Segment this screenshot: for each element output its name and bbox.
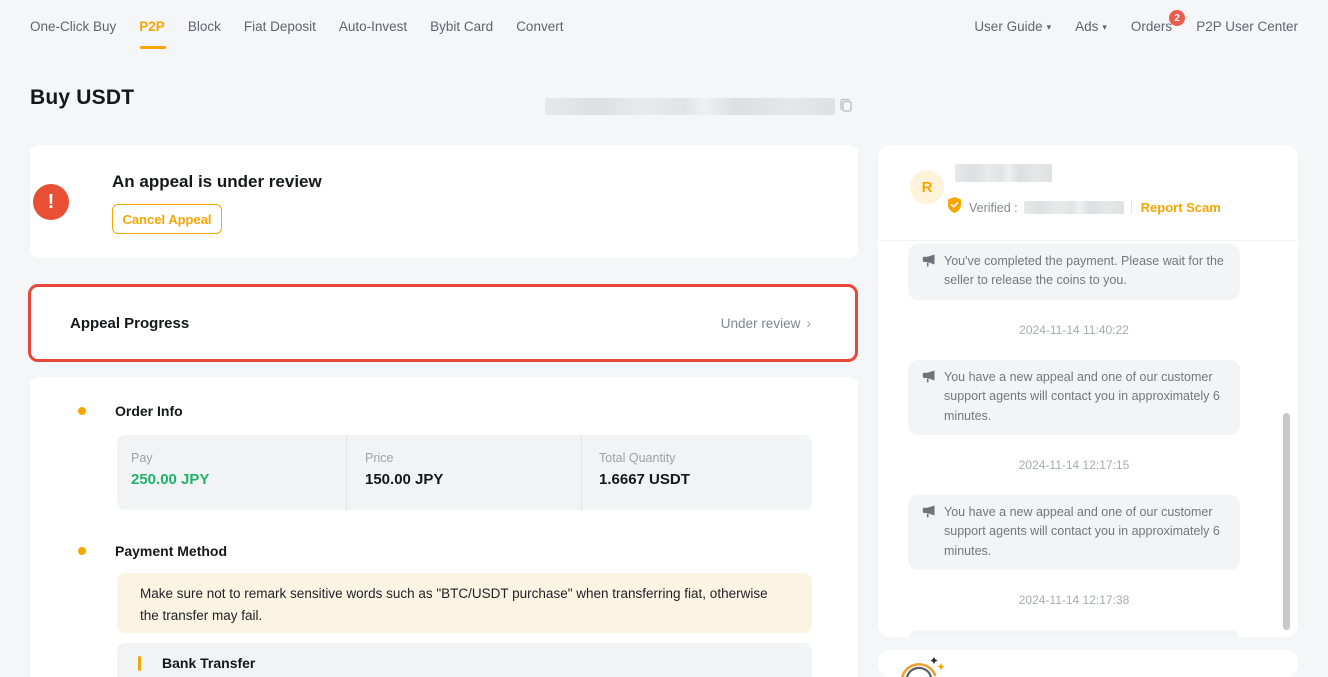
nav-item-block[interactable]: Block xyxy=(188,19,221,34)
chat-panel: R Verified : Report Scam You've complete… xyxy=(878,145,1298,637)
customer-support-icon xyxy=(896,655,948,677)
system-message-bubble: You have a new appeal and one of our cus… xyxy=(908,360,1240,435)
total-quantity-value: 1.6667 USDT xyxy=(599,471,812,488)
bank-transfer-panel[interactable]: Bank Transfer xyxy=(117,643,812,677)
divider xyxy=(1131,201,1132,214)
chat-message-list[interactable]: You've completed the payment. Please wai… xyxy=(878,240,1298,637)
chat-scrollbar[interactable] xyxy=(1283,413,1290,630)
caret-down-icon: ▾ xyxy=(1047,22,1052,32)
nav-item-auto-invest[interactable]: Auto-Invest xyxy=(339,19,407,34)
nav-item-bybit-card[interactable]: Bybit Card xyxy=(430,19,493,34)
price-label: Price xyxy=(365,451,581,465)
payment-warning-panel: Make sure not to remark sensitive words … xyxy=(117,573,812,633)
pay-value: 250.00 JPY xyxy=(131,471,346,488)
chat-timestamp: 2024-11-14 12:17:38 xyxy=(908,593,1240,607)
appeal-banner-title: An appeal is under review xyxy=(112,172,322,192)
accent-bar xyxy=(138,656,141,671)
megaphone-icon xyxy=(922,503,936,561)
nav-item-one-click-buy[interactable]: One-Click Buy xyxy=(30,19,116,34)
order-info-section-title: Order Info xyxy=(115,403,183,419)
nav-item-user-guide[interactable]: User Guide ▾ xyxy=(974,19,1051,34)
appeal-progress-row[interactable]: Appeal Progress Under review › xyxy=(28,284,858,362)
message-text: You have a new appeal and one of our cus… xyxy=(944,368,1228,426)
order-info-price: Price 150.00 JPY xyxy=(346,435,581,510)
appeal-banner-card: An appeal is under review Cancel Appeal xyxy=(30,145,858,258)
top-navigation: One-Click Buy P2P Block Fiat Deposit Aut… xyxy=(0,0,1328,55)
counterparty-name-redacted xyxy=(955,164,1052,182)
total-quantity-label: Total Quantity xyxy=(599,451,812,465)
section-bullet-icon xyxy=(78,407,86,415)
alert-exclamation-icon: ! xyxy=(33,184,69,220)
nav-item-p2p-user-center[interactable]: P2P User Center xyxy=(1196,19,1298,34)
nav-item-orders[interactable]: Orders 2 xyxy=(1131,19,1172,34)
order-info-panel: Pay 250.00 JPY Price 150.00 JPY Total Qu… xyxy=(117,435,812,510)
caret-down-icon: ▾ xyxy=(1102,22,1107,32)
counterparty-avatar[interactable]: R xyxy=(910,170,944,204)
price-value: 150.00 JPY xyxy=(365,471,581,488)
nav-item-ads[interactable]: Ads ▾ xyxy=(1075,19,1107,34)
payment-method-section-title: Payment Method xyxy=(115,543,227,559)
nav-item-p2p[interactable]: P2P xyxy=(139,19,165,34)
order-number-redacted xyxy=(545,98,835,115)
ads-label: Ads xyxy=(1075,19,1098,34)
system-message-bubble: You have a new appeal and one of our cus… xyxy=(908,495,1240,570)
pay-label: Pay xyxy=(131,451,346,465)
user-guide-label: User Guide xyxy=(974,19,1042,34)
bank-transfer-label: Bank Transfer xyxy=(162,655,255,671)
page-title: Buy USDT xyxy=(30,86,134,110)
nav-right-group: User Guide ▾ Ads ▾ Orders 2 P2P User Cente… xyxy=(974,19,1298,34)
megaphone-icon xyxy=(922,252,936,291)
order-info-total-quantity: Total Quantity 1.6667 USDT xyxy=(581,435,812,510)
nav-item-convert[interactable]: Convert xyxy=(516,19,563,34)
message-text: You have a new appeal and one of our cus… xyxy=(944,503,1228,561)
support-card xyxy=(878,650,1298,677)
appeal-progress-status[interactable]: Under review › xyxy=(721,315,811,331)
verified-row: Verified : Report Scam xyxy=(946,196,1221,219)
system-message-bubble: You've completed the payment. Please wai… xyxy=(908,244,1240,300)
section-bullet-icon xyxy=(78,547,86,555)
orders-label: Orders xyxy=(1131,19,1172,34)
order-info-pay: Pay 250.00 JPY xyxy=(117,435,346,510)
message-text: You've completed the payment. Please wai… xyxy=(944,252,1228,291)
verified-info-redacted xyxy=(1024,201,1124,214)
status-text: Under review xyxy=(721,316,801,331)
chat-timestamp: 2024-11-14 12:17:15 xyxy=(908,458,1240,472)
report-scam-link[interactable]: Report Scam xyxy=(1141,200,1221,215)
verified-shield-icon xyxy=(946,196,963,219)
copy-icon[interactable] xyxy=(838,97,854,118)
system-message-bubble: Failed negotiation, customer support inv… xyxy=(908,630,1240,637)
chevron-right-icon: › xyxy=(806,315,811,331)
chat-timestamp: 2024-11-14 11:40:22 xyxy=(908,323,1240,337)
megaphone-icon xyxy=(922,368,936,426)
order-details-card: Order Info Pay 250.00 JPY Price 150.00 J… xyxy=(30,377,858,677)
cancel-appeal-button[interactable]: Cancel Appeal xyxy=(112,204,222,234)
orders-count-badge: 2 xyxy=(1169,10,1185,26)
verified-label: Verified : xyxy=(969,201,1018,215)
nav-left-group: One-Click Buy P2P Block Fiat Deposit Aut… xyxy=(30,19,563,34)
nav-item-fiat-deposit[interactable]: Fiat Deposit xyxy=(244,19,316,34)
appeal-progress-label: Appeal Progress xyxy=(70,315,189,332)
